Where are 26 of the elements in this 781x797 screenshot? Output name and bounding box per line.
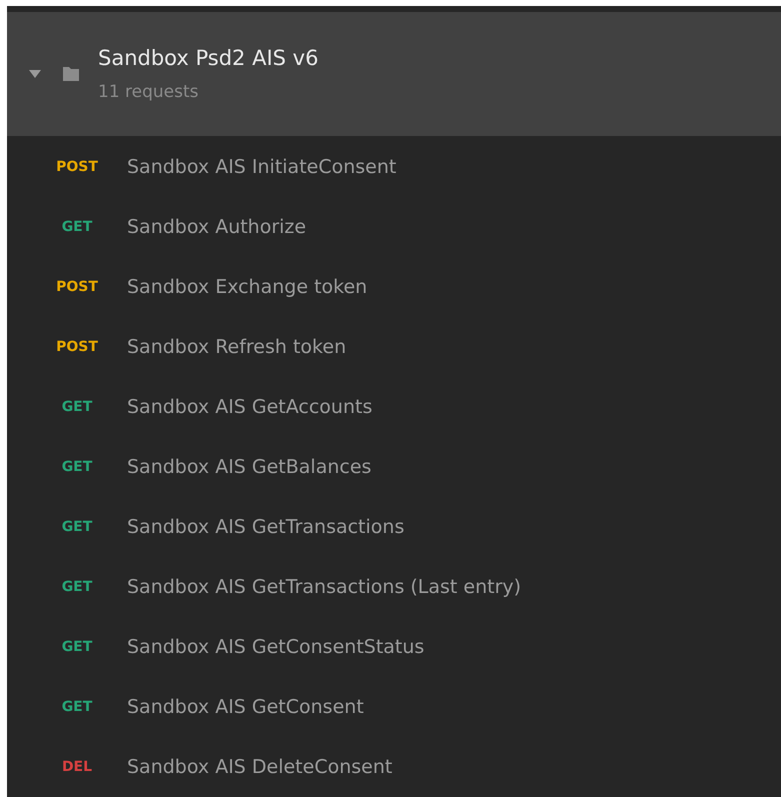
request-name[interactable]: Sandbox Exchange token <box>127 276 368 298</box>
request-name[interactable]: Sandbox AIS GetTransactions (Last entry) <box>127 576 522 598</box>
request-name[interactable]: Sandbox AIS GetTransactions <box>127 516 404 538</box>
request-name[interactable]: Sandbox Refresh token <box>127 336 346 358</box>
caret-icon[interactable] <box>29 70 41 78</box>
folder-icon <box>63 67 79 81</box>
request-name[interactable]: Sandbox AIS GetAccounts <box>127 396 372 418</box>
request-name[interactable]: Sandbox AIS InitiateConsent <box>127 156 396 178</box>
method-label: POST <box>55 339 99 355</box>
method-label: GET <box>60 639 94 655</box>
request-name[interactable]: Sandbox AIS GetBalances <box>127 456 372 478</box>
request-name[interactable]: Sandbox AIS GetConsent <box>127 696 364 718</box>
collection-title: Sandbox Psd2 AIS v6 <box>98 46 318 70</box>
method-label: GET <box>60 399 94 415</box>
method-label: POST <box>55 159 99 175</box>
request-name[interactable]: Sandbox AIS DeleteConsent <box>127 756 392 778</box>
method-label: GET <box>60 699 94 715</box>
method-label: DEL <box>60 759 94 775</box>
method-label: POST <box>55 279 99 295</box>
method-label: GET <box>60 519 94 535</box>
method-label: GET <box>60 219 94 235</box>
request-name[interactable]: Sandbox AIS GetConsentStatus <box>127 636 424 658</box>
method-label: GET <box>60 459 94 475</box>
request-count: 11 requests <box>98 82 200 102</box>
request-name[interactable]: Sandbox Authorize <box>127 216 306 238</box>
method-label: GET <box>60 579 94 595</box>
